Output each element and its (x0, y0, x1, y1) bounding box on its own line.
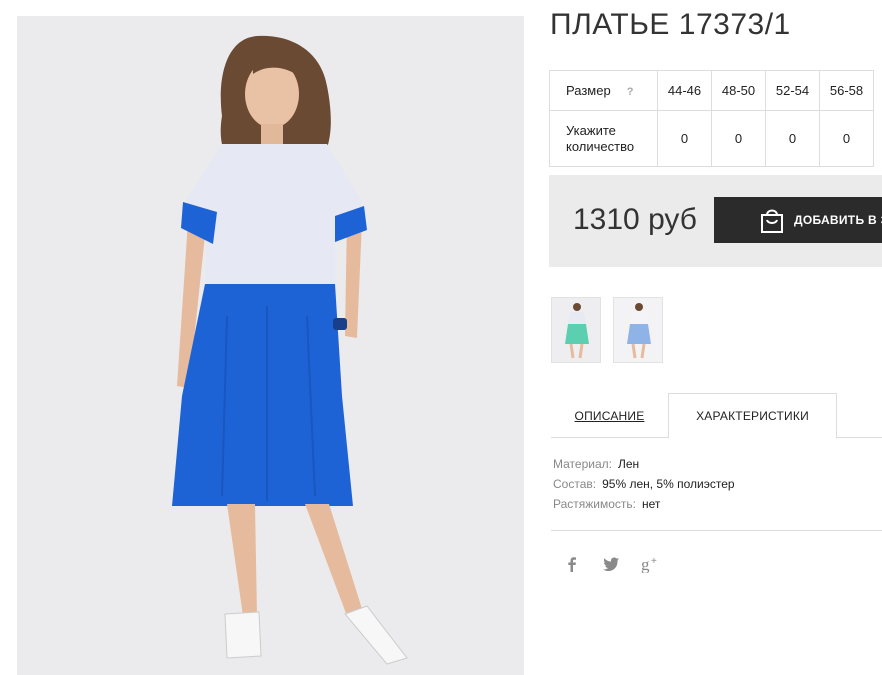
characteristic-key: Растяжимость: (553, 497, 637, 511)
thumbnail-mint-dress[interactable] (551, 297, 601, 363)
quantity-input[interactable]: 0 (819, 110, 874, 167)
characteristic-key: Состав: (553, 477, 597, 491)
add-to-cart-button[interactable]: ДОБАВИТЬ В З (714, 197, 882, 243)
size-label: Размер (566, 83, 611, 98)
thumbnail-image (614, 298, 662, 362)
product-photo[interactable] (17, 16, 524, 675)
price-panel: 1310 руб ДОБАВИТЬ В З (549, 175, 882, 267)
size-label-cell: Размер? (549, 70, 658, 111)
divider (551, 530, 882, 531)
quantity-input[interactable]: 0 (711, 110, 766, 167)
characteristic-value: 95% лен, 5% полиэстер (602, 477, 735, 491)
characteristic-value: Лен (617, 457, 640, 471)
quantity-label-cell: Укажите количество (549, 110, 658, 167)
social-share: g + (565, 553, 679, 575)
quantity-input[interactable]: 0 (657, 110, 712, 167)
tab-description[interactable]: ОПИСАНИЕ (551, 393, 668, 438)
size-option: 44-46 (657, 70, 712, 111)
quantity-label: Укажите количество (566, 122, 635, 154)
shopping-bag-icon (761, 209, 783, 233)
size-help-icon[interactable]: ? (627, 86, 634, 98)
size-option: 48-50 (711, 70, 766, 111)
size-option: 56-58 (819, 70, 874, 111)
tab-characteristics[interactable]: ХАРАКТЕРИСТИКИ (668, 393, 837, 439)
svg-text:+: + (651, 556, 657, 567)
product-title: ПЛАТЬЕ 17373/1 (550, 8, 791, 41)
thumbnail-image (552, 298, 600, 362)
google-plus-icon[interactable]: g + (641, 553, 679, 575)
characteristic-key: Материал: (553, 457, 612, 471)
size-option: 52-54 (765, 70, 820, 111)
quantity-input[interactable]: 0 (765, 110, 820, 167)
characteristic-row: Материал: Лен (553, 456, 735, 476)
characteristic-row: Растяжимость: нет (553, 496, 735, 516)
facebook-icon[interactable] (565, 553, 603, 575)
product-tabs: ОПИСАНИЕ ХАРАКТЕРИСТИКИ (551, 393, 882, 439)
characteristics-list: Материал: Лен Состав: 95% лен, 5% полиэсте… (553, 456, 735, 516)
characteristic-value: нет (642, 497, 661, 511)
size-quantity-table: Размер? 44-46 48-50 52-54 56-58 Укажите … (549, 70, 874, 167)
add-to-cart-label: ДОБАВИТЬ В З (794, 213, 882, 227)
thumbnail-lightblue-dress[interactable] (613, 297, 663, 363)
product-page: ПЛАТЬЕ 17373/1 Размер? 44-46 48-50 52-54… (0, 0, 882, 675)
characteristic-row: Состав: 95% лен, 5% полиэстер (553, 476, 735, 496)
twitter-icon[interactable] (603, 553, 641, 575)
model-in-dress-image (17, 16, 524, 675)
product-price: 1310 руб (573, 203, 697, 236)
svg-text:g: g (641, 555, 650, 573)
